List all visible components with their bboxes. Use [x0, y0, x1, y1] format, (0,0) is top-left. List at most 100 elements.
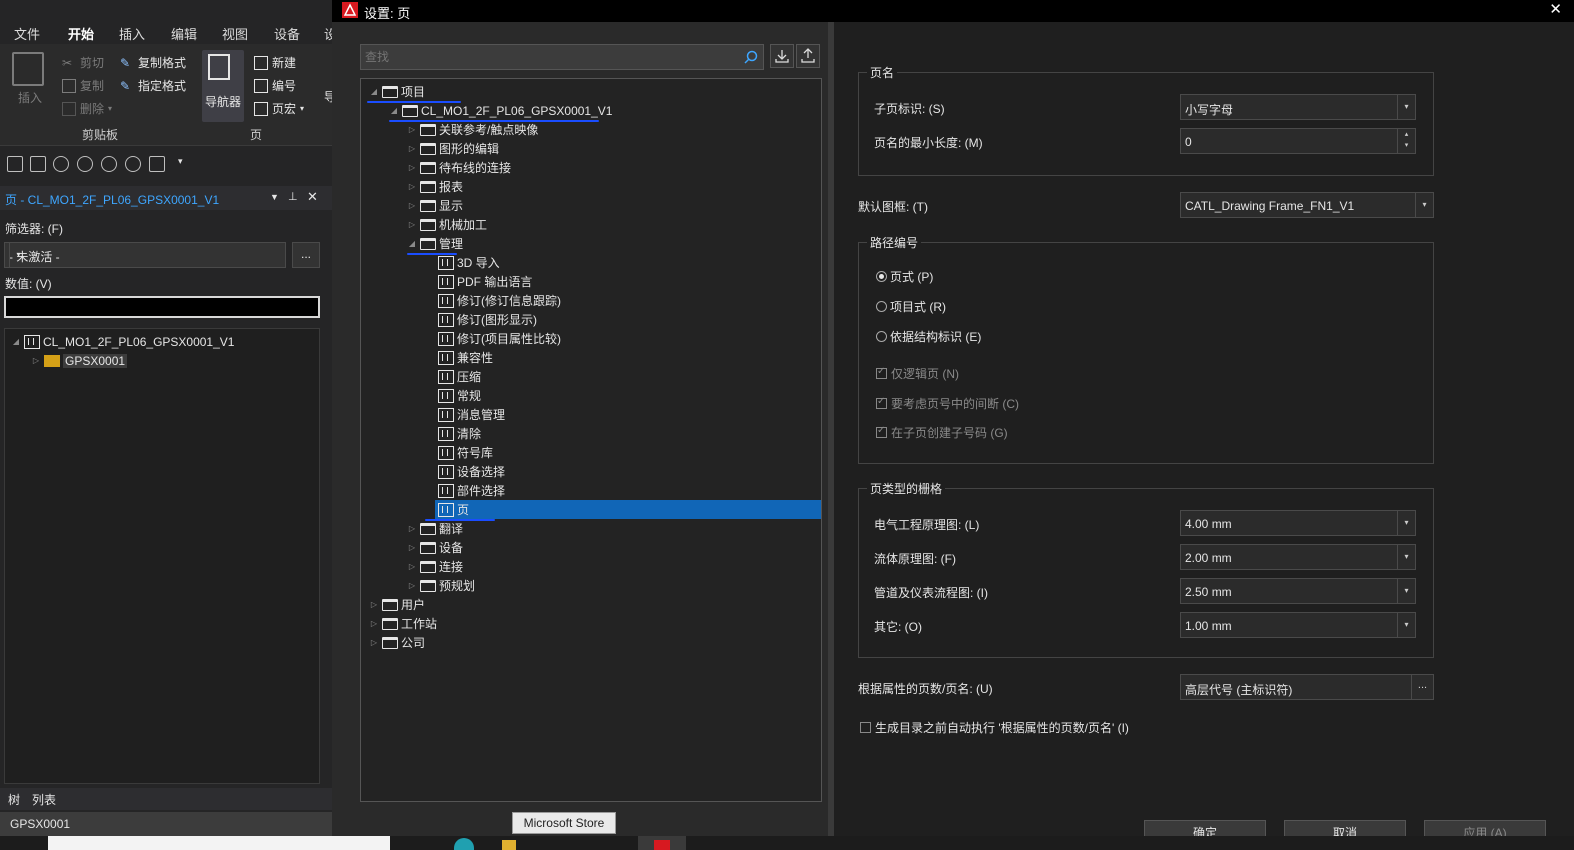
cut-button[interactable]: ✂ 剪切	[62, 54, 104, 71]
expand-arrow-icon[interactable]: ▷	[369, 619, 379, 628]
tab-list[interactable]: 列表	[32, 791, 56, 808]
filter-select[interactable]: - 未激活 - ▾	[4, 242, 286, 268]
expand-arrow-icon[interactable]: ▷	[369, 600, 379, 609]
expand-arrow-icon[interactable]: ▷	[407, 144, 417, 153]
grid-electrical-select[interactable]: 4.00 mm ▾	[1180, 510, 1416, 536]
tree-folder-node[interactable]: ◢ 管理	[407, 234, 463, 253]
filter-more-button[interactable]: ...	[292, 242, 320, 268]
radio-project-based[interactable]: 项目式 (R)	[876, 298, 946, 315]
menu-view[interactable]: 视图	[222, 24, 248, 43]
radio-structure-based[interactable]: 依据结构标识 (E)	[876, 328, 981, 345]
explorer-icon[interactable]	[502, 840, 516, 850]
tree-page-node[interactable]: 部件选择	[425, 481, 505, 500]
value-input[interactable]	[4, 296, 320, 318]
search-input[interactable]	[365, 48, 735, 66]
search-field[interactable]	[360, 44, 764, 70]
property-page-name-field[interactable]: 高层代号 (主标识符) ...	[1180, 674, 1434, 700]
expand-arrow-icon[interactable]: ▷	[407, 562, 417, 571]
tree-folder-node[interactable]: ▷ 关联参考/触点映像	[407, 120, 538, 139]
taskbar-search[interactable]	[48, 836, 390, 850]
tree-folder-node[interactable]: ▷ 机械加工	[407, 215, 487, 234]
paste-button[interactable]: 插入	[18, 89, 42, 106]
tree-folder-node[interactable]: ▷ 报表	[407, 177, 463, 196]
navigator-button[interactable]: 导航器	[202, 50, 244, 122]
tree-folder-node[interactable]: ▷ 连接	[407, 557, 463, 576]
radio-page-based[interactable]: 页式 (P)	[876, 268, 933, 285]
properties-icon[interactable]	[149, 156, 165, 172]
tree-folder-node[interactable]: ▷ 设备	[407, 538, 463, 557]
collapse-arrow-icon[interactable]: ◢	[407, 239, 417, 248]
collapse-arrow-icon[interactable]: ◢	[389, 106, 399, 115]
tree-page-node[interactable]: 修订(修订信息跟踪)	[425, 291, 561, 310]
expand-arrow-icon[interactable]: ▷	[369, 638, 379, 647]
tree-page-node[interactable]: 3D 导入	[425, 253, 500, 272]
tree-folder-node[interactable]: ▷ 待布线的连接	[407, 158, 511, 177]
expand-arrow-icon[interactable]: ▷	[407, 163, 417, 172]
tree-folder-node[interactable]: ▷ 用户	[369, 595, 425, 614]
tree-page-node[interactable]: 页	[425, 500, 469, 519]
redo-list-icon[interactable]	[125, 156, 141, 172]
expand-arrow-icon[interactable]: ▷	[407, 125, 417, 134]
checkbox-logical-only[interactable]: 仅逻辑页 (N)	[876, 365, 959, 382]
menu-file[interactable]: 文件	[14, 24, 40, 43]
tree-page-node[interactable]: 消息管理	[425, 405, 505, 424]
tree-page-node[interactable]: 清除	[425, 424, 481, 443]
tree-folder-node[interactable]: ▷ 翻译	[407, 519, 463, 538]
grid-pid-select[interactable]: 2.50 mm ▾	[1180, 578, 1416, 604]
subpage-id-select[interactable]: 小写字母 ▾	[1180, 94, 1416, 120]
close-icon[interactable]: ✕	[307, 189, 318, 205]
copy-format-button[interactable]: ✎ 复制格式	[120, 54, 186, 71]
redo-icon[interactable]	[101, 156, 117, 172]
expand-arrow-icon[interactable]: ▷	[407, 524, 417, 533]
tree-folder-node[interactable]: ▷ 图形的编辑	[407, 139, 499, 158]
close-icon[interactable]: ✕	[1549, 0, 1562, 18]
tab-tree[interactable]: 树	[8, 791, 20, 808]
tree-node-project[interactable]: ◢ CL_MO1_2F_PL06_GPSX0001_V1	[11, 332, 234, 351]
export-button[interactable]	[796, 44, 820, 68]
expand-arrow-icon[interactable]: ▷	[407, 201, 417, 210]
tree-page-node[interactable]: 兼容性	[425, 348, 493, 367]
menu-edit[interactable]: 编辑	[171, 24, 197, 43]
expand-arrow-icon[interactable]: ▷	[407, 182, 417, 191]
grid-other-select[interactable]: 1.00 mm ▾	[1180, 612, 1416, 638]
page-macro-button[interactable]: 页宏 ▾	[254, 100, 304, 117]
pin-icon[interactable]: ⊥	[288, 190, 298, 203]
tree-folder-node[interactable]: ▷ 工作站	[369, 614, 437, 633]
collapse-arrow-icon[interactable]: ◢	[369, 87, 379, 96]
tree-page-node[interactable]: 符号库	[425, 443, 493, 462]
tree-page-node[interactable]: PDF 输出语言	[425, 272, 532, 291]
min-length-stepper[interactable]: 0 ▴ ▾	[1180, 128, 1416, 154]
spinner-arrows-icon[interactable]: ▴ ▾	[1397, 129, 1415, 153]
checkbox-subpage-numbers[interactable]: 在子页创建子号码 (G)	[876, 424, 1008, 441]
tree-folder-node[interactable]: ◢ CL_MO1_2F_PL06_GPSX0001_V1	[389, 101, 613, 120]
grid-fluid-select[interactable]: 2.00 mm ▾	[1180, 544, 1416, 570]
tree-page-node[interactable]: 常规	[425, 386, 481, 405]
chevron-down-icon[interactable]: ▼	[270, 192, 279, 202]
expand-arrow-icon[interactable]: ▷	[31, 356, 41, 365]
undo-list-icon[interactable]	[77, 156, 93, 172]
tree-page-node[interactable]: 修订(图形显示)	[425, 310, 537, 329]
numbering-button[interactable]: 编号	[254, 77, 296, 94]
copy-button[interactable]: 复制	[62, 77, 104, 94]
tree-folder-node[interactable]: ◢ 项目	[369, 82, 425, 101]
checkbox-auto-execute[interactable]: 生成目录之前自动执行 '根据属性的页数/页名' (I)	[860, 719, 1129, 736]
more-button[interactable]: ...	[1411, 675, 1433, 699]
assign-format-button[interactable]: ✎ 指定格式	[120, 77, 186, 94]
customize-toolbar-icon[interactable]: ▾	[178, 156, 183, 167]
search-icon[interactable]	[744, 50, 758, 64]
default-frame-select[interactable]: CATL_Drawing Frame_FN1_V1 ▾	[1180, 192, 1434, 218]
menu-settings[interactable]: 设	[324, 24, 332, 43]
menu-start[interactable]: 开始	[68, 24, 95, 48]
tree-folder-node[interactable]: ▷ 公司	[369, 633, 425, 652]
tree-page-node[interactable]: 设备选择	[425, 462, 505, 481]
tree-page-node[interactable]: 压缩	[425, 367, 481, 386]
checkbox-consider-gaps[interactable]: 要考虑页号中的间断 (C)	[876, 395, 1019, 412]
new-page-button[interactable]: 新建	[254, 54, 296, 71]
collapse-arrow-icon[interactable]: ◢	[11, 337, 21, 346]
expand-arrow-icon[interactable]: ▷	[407, 581, 417, 590]
expand-arrow-icon[interactable]: ▷	[407, 543, 417, 552]
tree-page-node[interactable]: 修订(项目属性比较)	[425, 329, 561, 348]
import-button[interactable]	[770, 44, 794, 68]
open-page-icon[interactable]	[30, 156, 46, 172]
menu-insert[interactable]: 插入	[119, 24, 145, 43]
